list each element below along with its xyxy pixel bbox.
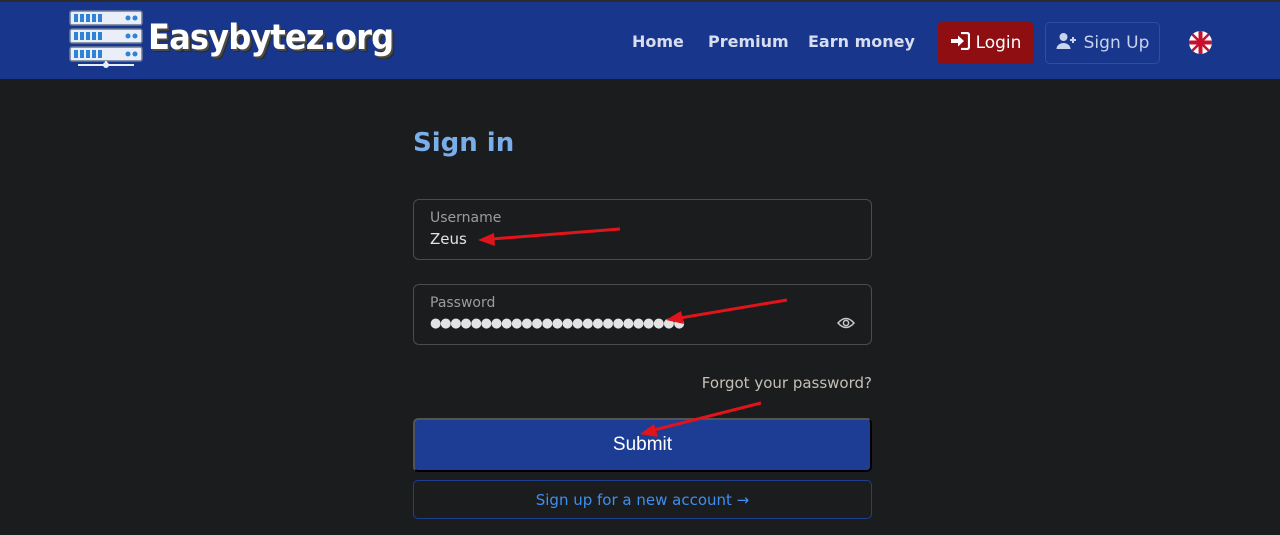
site-brand-name: Easybytez.org — [148, 18, 394, 58]
password-field[interactable]: Password ●●●●●●●●●●●●●●●●●●●●●●●●● — [413, 284, 872, 345]
signup-new-account-link[interactable]: Sign up for a new account → — [413, 480, 872, 519]
signup-button-label: Sign Up — [1083, 33, 1150, 53]
nav-home-link[interactable]: Home — [632, 32, 684, 51]
login-icon — [950, 31, 970, 55]
server-rack-icon — [68, 8, 144, 68]
navbar: Easybytez.org Home Premium Earn money Lo… — [0, 0, 1280, 79]
sign-in-title: Sign in — [413, 128, 515, 158]
signup-button[interactable]: Sign Up — [1045, 22, 1160, 64]
user-plus-icon — [1056, 32, 1078, 55]
uk-flag-icon[interactable] — [1189, 31, 1212, 54]
nav-premium-link[interactable]: Premium — [708, 32, 789, 51]
password-label: Password — [430, 295, 496, 311]
site-logo[interactable]: Easybytez.org — [68, 8, 394, 68]
eye-icon[interactable] — [836, 315, 856, 329]
forgot-password-link[interactable]: Forgot your password? — [702, 374, 872, 392]
username-field[interactable]: Username Zeus — [413, 199, 872, 260]
nav-earn-money-link[interactable]: Earn money — [808, 32, 915, 51]
password-input-value[interactable]: ●●●●●●●●●●●●●●●●●●●●●●●●● — [430, 316, 685, 331]
submit-button[interactable]: Submit — [413, 418, 872, 472]
username-input-value[interactable]: Zeus — [430, 230, 467, 248]
username-label: Username — [430, 210, 502, 226]
login-button[interactable]: Login — [937, 22, 1034, 64]
login-button-label: Login — [975, 33, 1022, 53]
